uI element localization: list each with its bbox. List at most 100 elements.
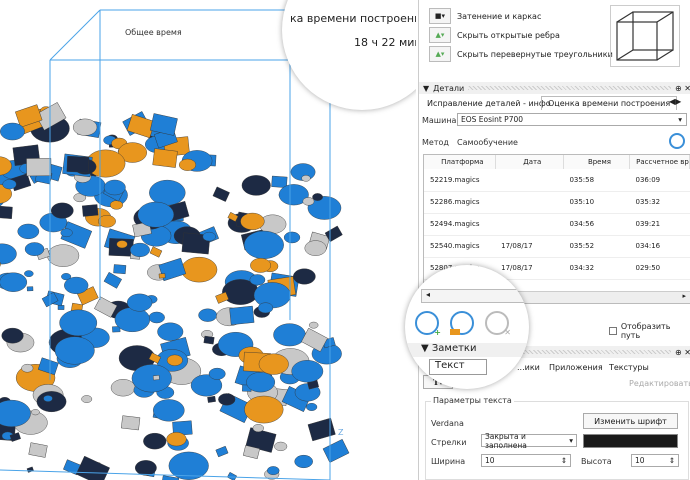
part-shape[interactable] [121,415,141,431]
part-shape[interactable] [0,205,13,219]
part-shape[interactable] [308,321,319,329]
part-shape[interactable] [131,364,172,393]
part-shape[interactable] [271,175,288,188]
part-shape[interactable] [59,309,98,337]
part-shape[interactable] [98,214,116,228]
part-shape[interactable] [54,336,95,365]
part-shape[interactable] [307,417,336,442]
part-shape[interactable] [302,197,315,206]
part-shape[interactable] [250,258,271,273]
part-shape[interactable] [178,158,197,171]
part-shape[interactable] [81,395,93,403]
part-shape[interactable] [306,403,318,411]
machine-select[interactable]: EOS Eosint P700 ▾ [457,113,687,126]
part-shape[interactable] [207,395,216,403]
edit-platform-time-icon[interactable] [450,311,474,335]
part-shape[interactable] [215,445,229,458]
table-row[interactable]: 52219.magics 035:58 036:09 [424,169,690,191]
part-shape[interactable] [26,158,52,177]
delete-platform-time-icon[interactable]: ✕ [485,311,511,337]
part-shape[interactable] [166,354,183,366]
part-shape[interactable] [116,240,128,249]
part-shape[interactable] [26,466,34,473]
part-shape[interactable] [253,282,291,309]
triangle-green-icon[interactable]: ▲▾ [429,46,451,62]
part-shape[interactable] [202,231,216,242]
part-shape[interactable] [36,391,67,413]
part-shape[interactable] [28,442,48,458]
arrows-select[interactable]: Закрыта и заполнена ▾ [481,432,577,450]
part-shape[interactable] [257,302,274,314]
tab-fix-info[interactable]: Исправление деталей - инфо [421,96,557,110]
part-shape[interactable] [82,204,99,217]
part-shape[interactable] [294,454,313,469]
part-shape[interactable] [301,175,311,182]
part-shape[interactable] [110,379,136,397]
part-shape[interactable] [0,243,17,265]
part-shape[interactable] [283,231,301,244]
edit-button[interactable]: Редактировать [629,379,690,388]
part-shape[interactable] [113,264,127,275]
part-shape[interactable] [126,293,153,312]
show-path-checkbox[interactable]: Отобразить путь [609,322,690,340]
part-shape[interactable] [152,375,160,381]
part-shape[interactable] [17,223,40,240]
part-shape[interactable] [152,148,178,168]
part-shape[interactable] [208,367,226,380]
part-shape[interactable] [149,179,186,206]
column-header[interactable]: Рассчетное вр [629,155,690,169]
part-shape[interactable] [1,327,24,344]
part-shape[interactable] [240,212,265,230]
part-shape[interactable] [2,179,17,190]
part-shape[interactable] [322,438,350,463]
part-shape[interactable] [246,372,276,393]
part-shape[interactable] [143,432,167,450]
tab-build-time[interactable]: Оценка времени построения [541,96,678,110]
part-shape[interactable] [273,323,306,347]
part-shape[interactable] [229,305,255,325]
display-item-shading[interactable]: ■▾ Затенение и каркас [429,8,541,24]
scroll-left-button[interactable]: ◂ [421,289,529,303]
table-row[interactable]: 52540.magics 17/08/17 035:52 034:16 [424,235,690,257]
part-shape[interactable] [103,179,126,196]
part-shape[interactable] [153,399,185,422]
color-picker[interactable] [583,434,678,448]
tab-text[interactable]: Текст [429,359,487,375]
column-header[interactable]: Дата [495,155,564,169]
column-header[interactable]: Время [563,155,630,169]
part-shape[interactable] [24,242,45,256]
add-platform-time-icon[interactable]: + [415,311,441,337]
table-row[interactable]: 52494.magics 034:56 039:21 [424,213,690,235]
view-cube[interactable] [610,5,680,67]
part-shape[interactable] [31,409,40,416]
part-shape[interactable] [267,466,280,476]
part-shape[interactable] [291,360,324,383]
part-shape[interactable] [64,276,89,294]
tab-textures[interactable]: Текстуры [603,360,655,374]
table-row[interactable]: 52286.magics 035:10 035:32 [424,191,690,213]
3d-viewport[interactable]: Общее время Z ка времени построения 18 ч… [0,0,416,480]
part-shape[interactable] [21,363,34,373]
part-shape[interactable] [158,273,166,279]
display-item-flipped[interactable]: ▲▾ Скрыть перевернутые треугольники [429,46,613,62]
tab-notes-2[interactable]: ...ики [511,360,546,374]
part-shape[interactable] [244,395,284,424]
part-shape[interactable] [274,441,288,452]
notes-title[interactable]: ▼ Заметки [421,343,476,354]
display-item-open-edges[interactable]: ▲▾ Скрыть открытые ребра [429,27,560,43]
part-shape[interactable] [198,308,218,322]
part-shape[interactable] [252,424,264,433]
part-shape[interactable] [203,335,215,345]
column-header[interactable]: Платформа [424,155,496,169]
part-shape[interactable] [137,201,175,228]
part-shape[interactable] [50,202,74,219]
part-shape[interactable] [212,186,230,202]
triangle-green-icon[interactable]: ▲▾ [429,27,451,43]
part-shape[interactable] [241,175,271,196]
tab-scroll-arrows[interactable]: ◀▶ [669,97,681,106]
details-header[interactable]: ▼ Детали ⊕ ✕ [419,82,690,94]
part-shape[interactable] [312,193,323,201]
part-shape[interactable] [218,393,236,406]
part-shape[interactable] [0,272,28,292]
part-shape[interactable] [66,155,90,173]
